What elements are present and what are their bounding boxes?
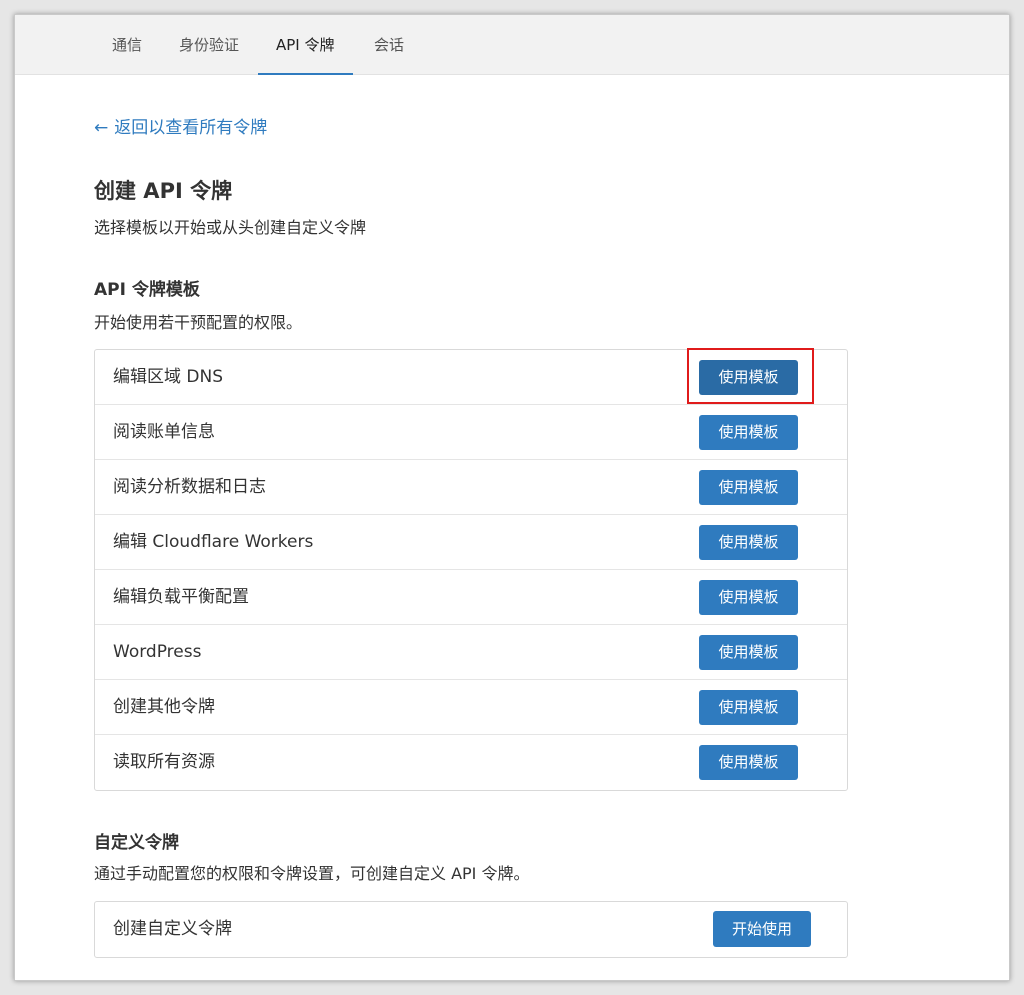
browser-frame: 通信 身份验证 API 令牌 会话 ← 返回以查看所有令牌 创建 API 令牌 选…	[14, 14, 1010, 981]
template-row-edit-workers: 编辑 Cloudflare Workers 使用模板	[95, 515, 847, 570]
use-template-button-edit-load-balancing[interactable]: 使用模板	[699, 580, 798, 615]
template-label: WordPress	[113, 642, 202, 662]
tab-api-tokens[interactable]: API 令牌	[258, 15, 353, 75]
back-link-label: 返回以查看所有令牌	[114, 118, 268, 138]
custom-section-description: 通过手动配置您的权限和令牌设置，可创建自定义 API 令牌。	[94, 864, 530, 883]
template-label: 编辑 Cloudflare Workers	[113, 532, 314, 552]
template-label: 阅读分析数据和日志	[113, 477, 266, 497]
page-subtitle: 选择模板以开始或从头创建自定义令牌	[94, 218, 367, 237]
template-row-wordpress: WordPress 使用模板	[95, 625, 847, 680]
back-to-tokens-link[interactable]: ← 返回以查看所有令牌	[94, 113, 267, 138]
templates-card: 编辑区域 DNS 使用模板 阅读账单信息 使用模板 阅读分析数据和日志 使用模板…	[94, 348, 848, 791]
use-template-button-edit-workers[interactable]: 使用模板	[699, 525, 798, 560]
tab-sessions[interactable]: 会话	[356, 15, 422, 75]
custom-token-card: 创建自定义令牌 开始使用	[94, 901, 848, 958]
template-row-edit-zone-dns: 编辑区域 DNS 使用模板	[95, 348, 847, 405]
template-row-read-all-resources: 读取所有资源 使用模板	[95, 735, 847, 790]
template-label: 创建其他令牌	[113, 697, 215, 717]
get-started-button[interactable]: 开始使用	[713, 911, 811, 947]
template-label: 编辑负载平衡配置	[113, 587, 249, 607]
template-label: 阅读账单信息	[113, 422, 215, 442]
template-row-create-other-tokens: 创建其他令牌 使用模板	[95, 680, 847, 735]
use-template-button-edit-zone-dns[interactable]: 使用模板	[699, 360, 798, 395]
templates-section-title: API 令牌模板	[94, 280, 200, 300]
arrow-left-icon: ←	[94, 118, 109, 138]
tab-communication[interactable]: 通信	[94, 15, 160, 75]
tab-authentication[interactable]: 身份验证	[161, 15, 257, 75]
use-template-button-read-all-resources[interactable]: 使用模板	[699, 745, 798, 780]
custom-token-label: 创建自定义令牌	[113, 919, 232, 939]
use-template-button-read-billing[interactable]: 使用模板	[699, 415, 798, 450]
template-label: 编辑区域 DNS	[113, 367, 224, 387]
tab-bar: 通信 身份验证 API 令牌 会话	[15, 15, 1009, 75]
template-row-read-analytics-logs: 阅读分析数据和日志 使用模板	[95, 460, 847, 515]
template-row-edit-load-balancing: 编辑负载平衡配置 使用模板	[95, 570, 847, 625]
custom-section-title: 自定义令牌	[94, 833, 179, 853]
use-template-button-read-analytics-logs[interactable]: 使用模板	[699, 470, 798, 505]
use-template-button-create-other-tokens[interactable]: 使用模板	[699, 690, 798, 725]
template-label: 读取所有资源	[113, 752, 215, 772]
use-template-button-wordpress[interactable]: 使用模板	[699, 635, 798, 670]
template-row-read-billing: 阅读账单信息 使用模板	[95, 405, 847, 460]
page-title: 创建 API 令牌	[94, 179, 233, 203]
templates-section-description: 开始使用若干预配置的权限。	[94, 313, 303, 332]
custom-token-row: 创建自定义令牌 开始使用	[95, 902, 847, 957]
